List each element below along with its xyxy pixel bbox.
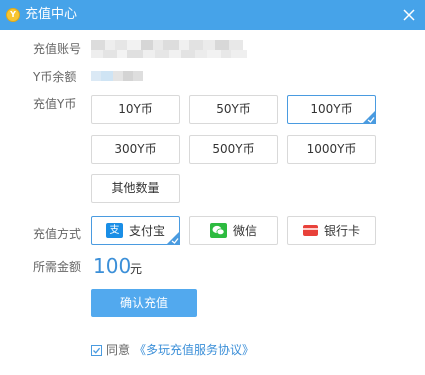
alipay-icon: 支 <box>105 223 123 238</box>
wechat-icon <box>209 223 227 238</box>
amount-option-other[interactable]: 其他数量 <box>91 174 180 203</box>
amount-option-label: 100Y币 <box>310 102 353 116</box>
balance-value-masked <box>91 71 143 81</box>
amount-label: 充值Y币 <box>33 97 77 111</box>
required-amount-value: 100 <box>93 254 132 278</box>
amount-option-label: 其他数量 <box>111 181 160 195</box>
check-icon <box>93 347 101 354</box>
agreement-row: 同意 《多玩充值服务协议》 <box>91 343 254 357</box>
amount-option-50[interactable]: 50Y币 <box>189 95 278 124</box>
payment-option-alipay[interactable]: 支 支付宝 <box>91 216 180 245</box>
selected-check-icon <box>166 231 180 245</box>
amount-option-label: 50Y币 <box>216 102 251 116</box>
amount-option-label: 500Y币 <box>212 142 255 156</box>
agreement-text: 同意 <box>106 343 131 357</box>
payment-option-label: 支付宝 <box>128 224 165 238</box>
amount-option-label: 300Y币 <box>114 142 157 156</box>
account-value-masked <box>91 40 243 50</box>
account-label: 充值账号 <box>33 42 82 56</box>
confirm-recharge-button[interactable]: 确认充值 <box>91 289 197 317</box>
yy-logo-icon: Y <box>6 8 20 22</box>
payment-option-label: 银行卡 <box>323 224 360 238</box>
amount-option-500[interactable]: 500Y币 <box>189 135 278 164</box>
title-bar: Y 充值中心 <box>0 0 425 30</box>
payment-option-content: 微信 <box>190 217 277 244</box>
amount-option-1000[interactable]: 1000Y币 <box>287 135 376 164</box>
close-button[interactable] <box>399 5 419 25</box>
amount-option-300[interactable]: 300Y币 <box>91 135 180 164</box>
agreement-checkbox[interactable] <box>91 344 102 356</box>
required-amount-label: 所需金额 <box>33 260 82 274</box>
selected-check-icon <box>362 110 376 124</box>
payment-method-label: 充值方式 <box>33 227 82 241</box>
payment-option-wechat[interactable]: 微信 <box>189 216 278 245</box>
amount-option-label: 10Y币 <box>118 102 153 116</box>
payment-option-label: 微信 <box>232 224 257 238</box>
bank-card-icon <box>302 225 318 236</box>
account-value-masked-lower <box>91 50 247 58</box>
window-title: 充值中心 <box>25 7 78 22</box>
required-amount-unit: 元 <box>130 262 143 276</box>
amount-option-10[interactable]: 10Y币 <box>91 95 180 124</box>
amount-option-100[interactable]: 100Y币 <box>287 95 376 124</box>
amount-option-label: 1000Y币 <box>306 142 357 156</box>
payment-option-bank-card[interactable]: 银行卡 <box>287 216 376 245</box>
close-icon <box>403 9 415 21</box>
service-agreement-link[interactable]: 《多玩充值服务协议》 <box>134 343 254 357</box>
balance-label: Y币余额 <box>33 70 77 84</box>
payment-option-content: 银行卡 <box>288 217 375 244</box>
